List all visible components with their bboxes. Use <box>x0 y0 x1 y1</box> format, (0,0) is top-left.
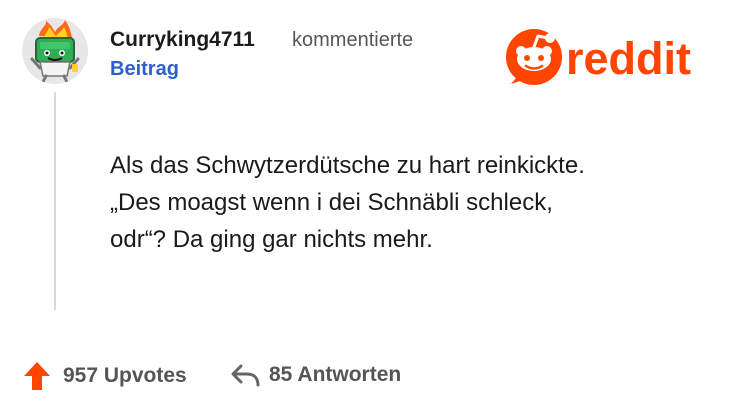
comment-line-3: odr“? Da ging gar nichts mehr. <box>110 226 433 253</box>
comment-line-2: „Des moagst wenn i dei Schnäbli schleck, <box>110 189 553 216</box>
avatar[interactable] <box>22 18 88 84</box>
comment-line-1: Als das Schwytzerdütsche zu hart reinkic… <box>110 152 585 179</box>
reply-count: 85 Antworten <box>269 363 402 386</box>
post-link[interactable]: Beitrag <box>110 58 179 81</box>
upvote-button[interactable]: 957 Upvotes <box>22 360 187 392</box>
reply-arrow-icon <box>231 364 260 387</box>
comment-body: Als das Schwytzerdütsche zu hart reinkic… <box>110 147 710 258</box>
up-arrow-icon <box>24 362 50 390</box>
reply-button[interactable]: 85 Antworten <box>230 360 401 390</box>
thread-line <box>54 92 56 310</box>
upvote-count: 957 Upvotes <box>63 364 187 387</box>
comment-action: kommentierte <box>292 29 414 51</box>
reddit-wordmark: reddit <box>566 33 691 84</box>
username[interactable]: Curryking4711 <box>110 28 255 52</box>
reddit-logo: reddit <box>506 29 691 85</box>
snoo-icon <box>506 29 562 85</box>
